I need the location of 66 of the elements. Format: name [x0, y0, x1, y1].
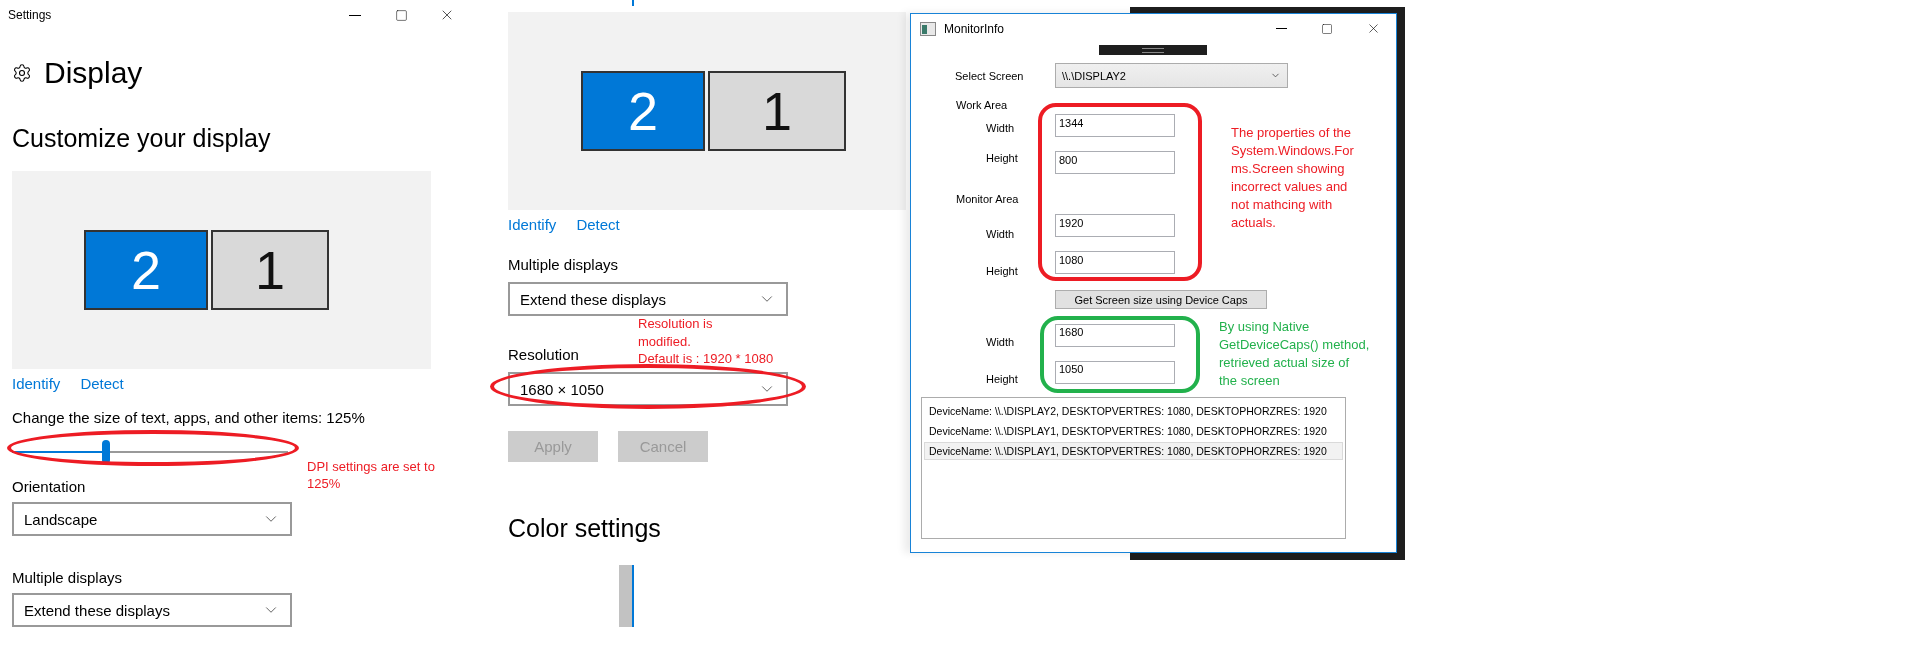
combo-box[interactable]: \\.\DISPLAY2 — [1055, 63, 1288, 88]
annotation-text: incorrect values and — [1231, 178, 1349, 196]
annotation-text: System.Windows.For — [1231, 142, 1354, 160]
input-field[interactable]: 1920 — [1055, 214, 1175, 237]
section-title: Customize your display — [11, 123, 272, 154]
field-label: Height — [986, 264, 1019, 277]
field-label: Multiple displays — [508, 256, 619, 274]
input-field[interactable]: 1344 — [1055, 114, 1175, 137]
gripper-bar[interactable] — [1099, 45, 1207, 55]
page-heading: Display — [44, 56, 143, 90]
link[interactable]: Detect — [576, 216, 620, 236]
input-field[interactable]: 1050 — [1055, 360, 1175, 384]
field-label: Orientation — [12, 478, 86, 496]
list-item[interactable]: DeviceName: \\.\DISPLAY1, DESKTOPVERTRES: 1080, DESKTOPHORZRES: 1920 — [924, 422, 1343, 440]
slider-thumb[interactable] — [101, 440, 110, 464]
input-field[interactable]: 800 — [1055, 151, 1175, 174]
window-title: Settings — [8, 8, 53, 22]
input-field[interactable]: 1680 — [1055, 323, 1175, 347]
settings-icon — [12, 63, 32, 83]
minimize-icon — [349, 14, 361, 16]
annotation-text: ms.Screen showing — [1231, 160, 1346, 178]
dropdown[interactable]: Extend these displays — [508, 282, 788, 316]
input-field[interactable]: 1080 — [1055, 251, 1175, 274]
annotation-text: Resolution is — [638, 315, 714, 333]
dropdown[interactable]: 1680 × 1050 — [508, 372, 788, 406]
link[interactable]: Identify — [12, 375, 61, 395]
field-label: Width — [986, 227, 1016, 240]
field-label: Select Screen — [955, 69, 1025, 82]
annotation-text: GetDeviceCaps() method, — [1219, 336, 1370, 354]
annotation-text: The properties of the — [1231, 124, 1352, 142]
monitor-tile[interactable]: 2 — [84, 230, 208, 310]
annotation-text: the screen — [1219, 372, 1281, 390]
field-label: Width — [986, 336, 1016, 348]
link[interactable]: Identify — [508, 216, 557, 236]
maximize-icon — [1321, 22, 1333, 35]
field-label: Height — [986, 373, 1019, 385]
window-title: MonitorInfo — [944, 21, 1006, 36]
monitor-tile[interactable]: 2 — [581, 71, 705, 151]
field-label: Multiple displays — [12, 569, 123, 587]
annotation-text: actuals. — [1231, 214, 1277, 232]
annotation-text: DPI settings are set to — [307, 458, 435, 475]
annotation-text: retrieved actual size of — [1219, 354, 1351, 372]
field-label: Width — [986, 121, 1016, 134]
app-window-icon — [920, 21, 936, 36]
device-caps-button[interactable]: Get Screen size using Device Caps — [1055, 290, 1267, 309]
maximize-icon — [394, 8, 408, 22]
monitor-tile[interactable]: 1 — [708, 71, 846, 151]
list-item[interactable]: DeviceName: \\.\DISPLAY2, DESKTOPVERTRES: 1080, DESKTOPHORZRES: 1920 — [924, 402, 1343, 420]
dropdown[interactable]: Extend these displays — [12, 593, 292, 627]
annotation-text: not mathcing with — [1231, 196, 1334, 214]
scrollbar[interactable] — [619, 565, 634, 627]
annotation-text: 125% — [307, 475, 342, 492]
field-label: Change the size of text, apps, and other items: 125% — [12, 409, 365, 427]
field-label: Height — [986, 151, 1019, 164]
section-label: Monitor Area — [956, 193, 1020, 205]
annotation-text: modified. — [638, 332, 692, 350]
list-item[interactable]: DeviceName: \\.\DISPLAY1, DESKTOPVERTRES: 1080, DESKTOPHORZRES: 1920 — [924, 442, 1343, 460]
annotation-text: Default is : 1920 * 1080 — [638, 350, 774, 368]
link[interactable]: Detect — [80, 375, 124, 395]
monitor-tile[interactable]: 1 — [211, 230, 329, 310]
field-label: Resolution — [508, 346, 579, 364]
annotation-text: By using Native — [1219, 318, 1311, 336]
section-label: Work Area — [956, 99, 1009, 111]
minimize-icon — [1275, 28, 1287, 29]
section-title: Color settings — [507, 513, 662, 544]
dropdown[interactable]: Landscape — [12, 502, 292, 536]
